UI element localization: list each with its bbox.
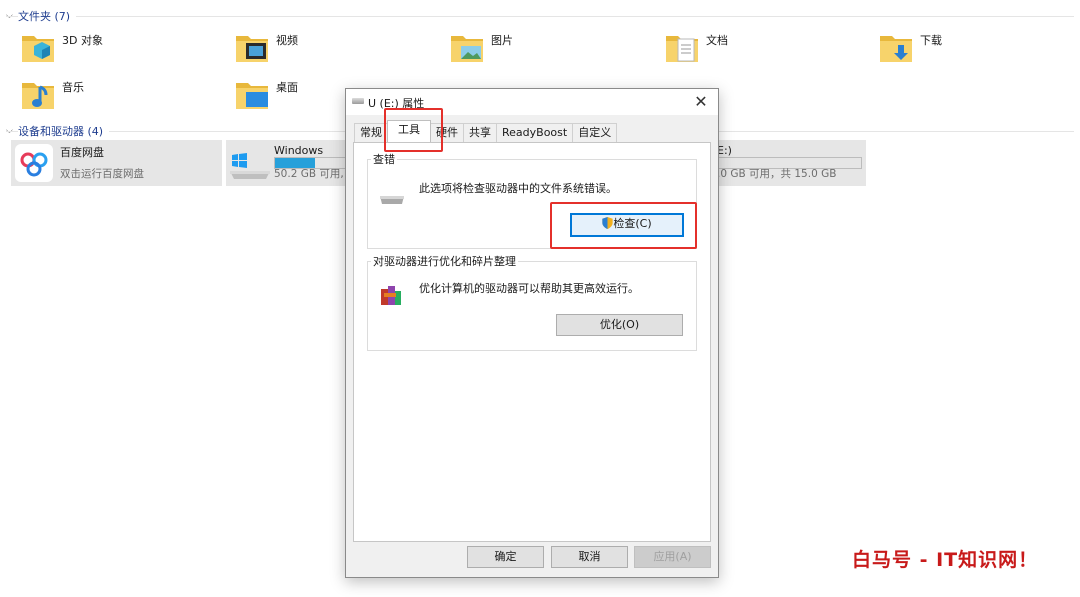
pictures-folder-icon <box>451 36 483 62</box>
folder-label: 桌面 <box>276 81 298 94</box>
defragment-icon <box>381 286 401 305</box>
folder-label: 3D 对象 <box>62 34 103 47</box>
folder-pictures[interactable]: 图片 <box>449 30 639 74</box>
documents-folder-icon <box>666 36 698 62</box>
folders-section-label: 文件夹 (7) <box>18 8 77 24</box>
drive-windows-c[interactable]: Windows (C:) 50.2 GB 可用, <box>226 140 348 186</box>
folder-label: 图片 <box>491 34 513 47</box>
drive-name: E:) <box>717 144 732 157</box>
drive-baidu-netdisk[interactable]: 百度网盘 双击运行百度网盘 <box>11 140 222 186</box>
drive-usb-e[interactable]: E:) .0 GB 可用，共 15.0 GB <box>716 140 866 186</box>
folder-label: 下载 <box>920 34 942 47</box>
tab-readyboost[interactable]: ReadyBoost <box>496 123 574 142</box>
folder-label: 视频 <box>276 34 298 47</box>
tab-sharing[interactable]: 共享 <box>463 123 497 142</box>
group-description: 此选项将检查驱动器中的文件系统错误。 <box>419 182 617 195</box>
drive-subtitle: 50.2 GB 可用, <box>274 168 344 180</box>
close-icon[interactable]: ✕ <box>690 91 712 113</box>
baidu-netdisk-icon <box>15 144 53 182</box>
group-title: 对驱动器进行优化和碎片整理 <box>371 253 518 269</box>
drive-properties-dialog: U (E:) 属性 ✕ 常规 工具 硬件 共享 ReadyBoost 自定义 查… <box>345 88 719 578</box>
watermark: 白马号 - IT知识网！ <box>852 549 1039 571</box>
drive-icon <box>380 196 404 204</box>
folder-videos[interactable]: 视频 <box>234 30 424 74</box>
downloads-folder-icon <box>880 36 912 62</box>
folder-3d-objects[interactable]: 3D 对象 <box>20 30 210 74</box>
tab-tools[interactable]: 工具 <box>387 120 431 142</box>
group-title: 查错 <box>371 151 397 167</box>
folder-downloads[interactable]: 下载 <box>878 30 1068 74</box>
cancel-button[interactable]: 取消 <box>551 546 628 568</box>
usb-drive-icon <box>352 98 364 104</box>
ok-button[interactable]: 确定 <box>467 546 544 568</box>
group-description: 优化计算机的驱动器可以帮助其更高效运行。 <box>419 282 639 295</box>
folder-documents[interactable]: 文档 <box>664 30 854 74</box>
3d-objects-folder-icon <box>22 36 54 62</box>
drive-subtitle: 双击运行百度网盘 <box>60 168 144 180</box>
drives-section-label: 设备和驱动器 (4) <box>18 123 110 139</box>
drive-subtitle: .0 GB 可用，共 15.0 GB <box>717 168 837 180</box>
optimize-group: 对驱动器进行优化和碎片整理 优化计算机的驱动器可以帮助其更高效运行。 优化(O) <box>367 253 697 351</box>
desktop-folder-icon <box>236 83 268 109</box>
music-folder-icon <box>22 83 54 109</box>
folder-label: 音乐 <box>62 81 84 94</box>
highlight-check-button <box>550 202 697 249</box>
optimize-button[interactable]: 优化(O) <box>556 314 683 336</box>
apply-button[interactable]: 应用(A) <box>634 546 711 568</box>
folders-section-header[interactable]: ⌵ 文件夹 (7) <box>6 8 1074 24</box>
windows-drive-icon <box>230 153 270 179</box>
tab-general[interactable]: 常规 <box>354 123 388 142</box>
drive-name: 百度网盘 <box>60 146 104 159</box>
tab-customize[interactable]: 自定义 <box>572 123 618 142</box>
folder-music[interactable]: 音乐 <box>20 77 210 121</box>
videos-folder-icon <box>236 36 268 62</box>
tab-strip: 常规 工具 硬件 共享 ReadyBoost 自定义 <box>354 120 618 143</box>
folder-label: 文档 <box>706 34 728 47</box>
